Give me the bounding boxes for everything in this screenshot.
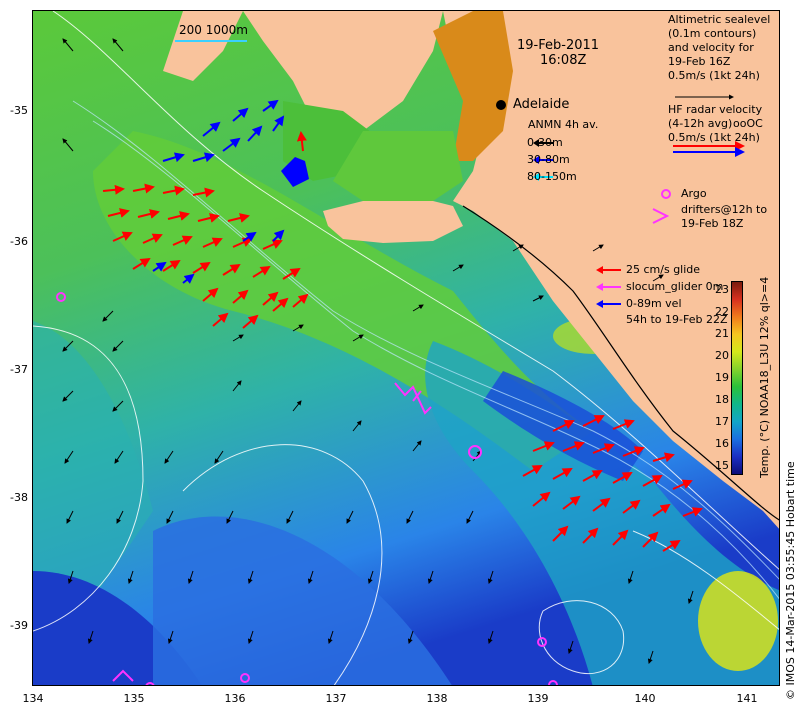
lat-tick: -36 [10,235,28,248]
map-time: 16:08Z [540,53,587,68]
colorbar-tick: 22 [715,305,729,318]
colorbar-tick: 16 [715,437,729,450]
lon-tick: 137 [325,692,347,705]
hf-radar-legend-line-3: 0.5m/s (1kt 24h) [668,131,760,144]
altimetric-legend-line-3: and velocity for [668,41,754,54]
drifters-legend-line-2: 19-Feb 18Z [681,217,744,230]
altimetric-legend-line-2: (0.1m contours) [668,27,757,40]
colorbar-tick: 15 [715,459,729,472]
anmn-legend-item-1: 0-30m [527,136,563,149]
lat-tick: -39 [10,619,28,632]
anmn-legend-item-3: 80-150m [527,170,577,183]
glider-legend-line-3: 0-89m vel [626,297,682,310]
colorbar-tick: 17 [715,415,729,428]
colorbar-tick: 23 [715,283,729,296]
altimetric-legend-line-5: 0.5m/s (1kt 24h) [668,69,760,82]
colorbar-label: Temp. (°C) NOAA18_L3U 12% ql>=4 [758,276,771,478]
scale-bar-label: 200 1000m [179,23,248,37]
place-label-adelaide: Adelaide [513,97,570,112]
hf-radar-site-label: ooOC [733,117,763,130]
map-date: 19-Feb-2011 [517,38,600,53]
lat-tick: -35 [10,104,28,117]
credit-text: © IMOS 14-Mar-2015 03:55:45 Hobart time [784,461,797,700]
lon-tick: 135 [123,692,145,705]
sst-map[interactable]: 200 1000m 19-Feb-2011 16:08Z Adelaide Al… [32,10,780,686]
hf-radar-legend-line-2: (4-12h avg) [668,117,733,130]
lon-tick: 134 [22,692,44,705]
glider-legend-line-2: slocum_glider 0m [626,280,724,293]
argo-legend-label: Argo [681,187,707,200]
drifters-legend-line-1: drifters@12h to [681,203,768,216]
glider-legend-line-1: 25 cm/s glide [626,263,701,276]
lon-tick: 138 [426,692,448,705]
colorbar-tick: 20 [715,349,729,362]
lat-tick: -38 [10,491,28,504]
lon-tick: 141 [736,692,758,705]
anmn-legend-item-2: 30-80m [527,153,570,166]
temperature-colorbar [731,281,743,475]
lat-tick: -37 [10,363,28,376]
altimetric-legend-line-1: Altimetric sealevel [668,13,771,26]
anmn-legend-title: ANMN 4h av. [528,118,599,131]
hf-radar-legend-line-1: HF radar velocity [668,103,763,116]
lon-tick: 140 [634,692,656,705]
colorbar-tick: 18 [715,393,729,406]
colorbar-tick: 19 [715,371,729,384]
altimetric-legend-line-4: 19-Feb 16Z [668,55,731,68]
lon-tick: 139 [527,692,549,705]
adelaide-marker [496,100,506,110]
lon-tick: 136 [224,692,246,705]
warm-patch-east [698,571,778,671]
colorbar-tick: 21 [715,327,729,340]
